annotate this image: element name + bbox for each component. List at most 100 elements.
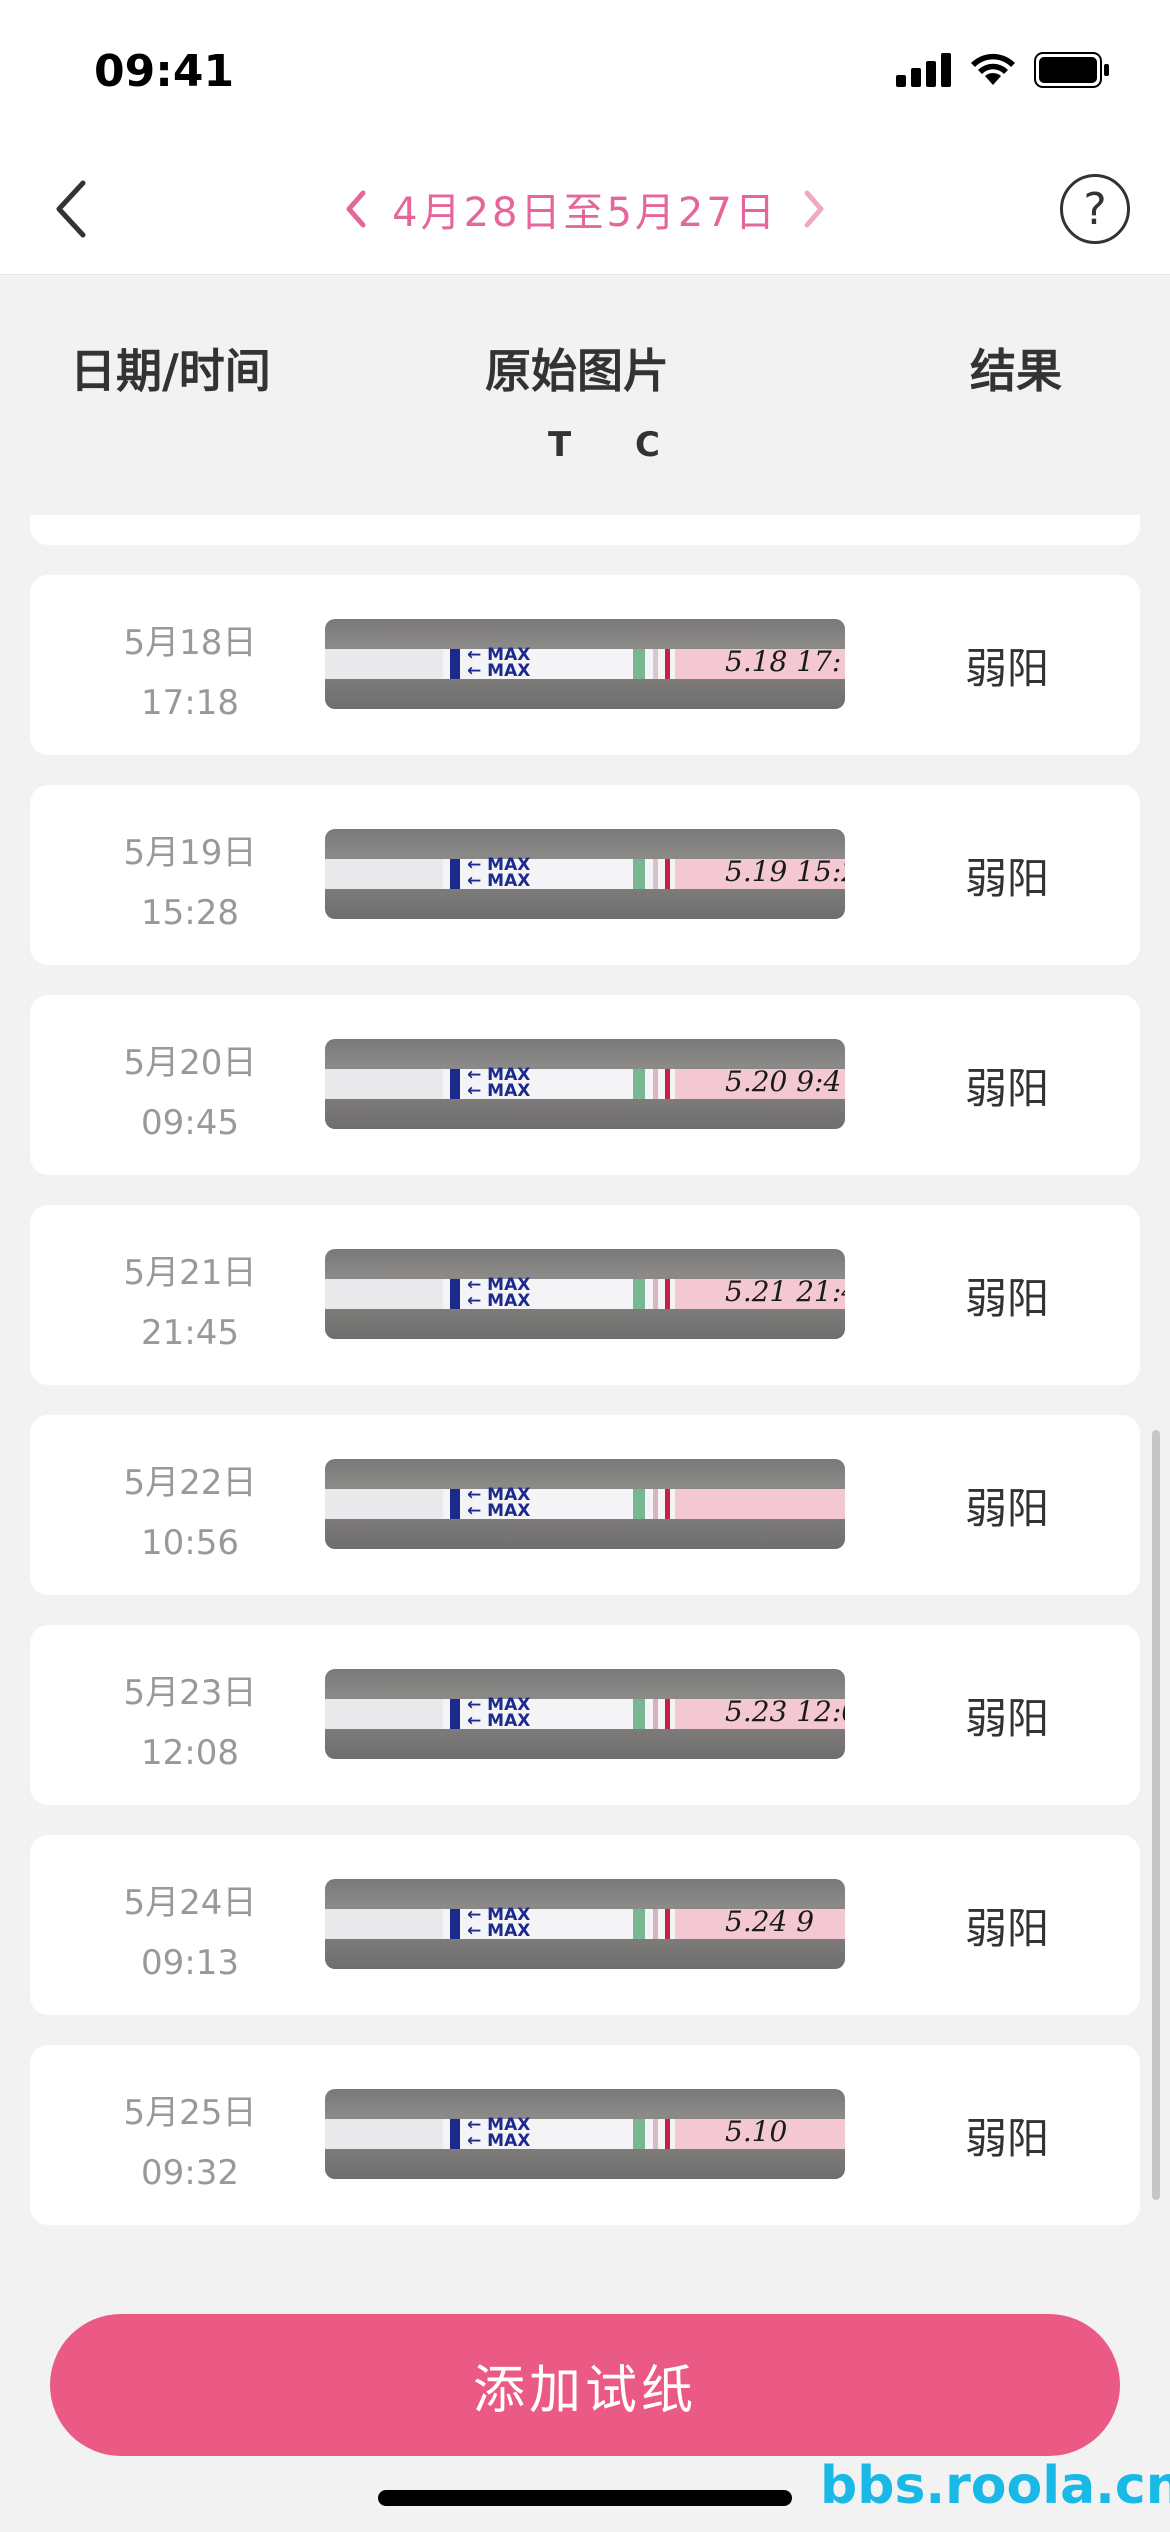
strip-logo (633, 859, 645, 889)
strip-handle (325, 1699, 443, 1729)
handwritten-note: 5.20 9:4 (725, 1065, 842, 1098)
record-result: 弱阳 (965, 1903, 1050, 1953)
record-result: 弱阳 (965, 1273, 1050, 1323)
handwritten-note: 5.24 9 (725, 1905, 815, 1938)
c-line (665, 1069, 670, 1099)
handwritten-note: 5.21 21:45 (725, 1275, 845, 1308)
c-line (665, 859, 670, 889)
record-datetime: 5月21日 21:45 (90, 1243, 290, 1363)
prev-range-button[interactable] (336, 184, 376, 234)
record-time: 09:32 (141, 2153, 239, 2193)
record-card[interactable]: 5月20日 09:45 ← MAX ← MAX 5.20 9:4 弱阳 (30, 995, 1140, 1175)
c-line (665, 1699, 670, 1729)
record-card[interactable]: 5月16日21:40← MAX← MAX5.16 21:弱阳 (30, 515, 1140, 545)
home-indicator (378, 2490, 792, 2506)
record-list[interactable]: 5月16日21:40← MAX← MAX5.16 21:弱阳 5月18日 17:18… (0, 515, 1170, 2315)
column-photo: 原始图片 (485, 344, 669, 398)
add-test-strip-button[interactable]: 添加试纸 (50, 2314, 1120, 2456)
scrollbar[interactable] (1152, 1430, 1160, 2200)
strip-handle (325, 1069, 443, 1099)
c-line (665, 2119, 670, 2149)
next-range-button[interactable] (794, 184, 834, 234)
help-icon: ? (1083, 183, 1107, 235)
record-date: 5月24日 (123, 1883, 257, 1923)
t-line (653, 2119, 658, 2149)
record-date: 5月25日 (123, 2093, 257, 2133)
record-datetime: 5月23日 12:08 (90, 1663, 290, 1783)
help-button[interactable]: ? (1060, 174, 1130, 244)
t-line (653, 1909, 658, 1939)
record-time: 09:13 (141, 1943, 239, 1983)
record-datetime: 5月20日 09:45 (90, 1033, 290, 1153)
record-time: 15:28 (141, 893, 239, 933)
record-result: 弱阳 (965, 1483, 1050, 1533)
t-line (653, 859, 658, 889)
strip-handle (325, 1909, 443, 1939)
record-card[interactable]: 5月18日 17:18 ← MAX ← MAX 5.18 17: 弱阳 (30, 575, 1140, 755)
strip-max-label: ← MAX ← MAX (467, 1905, 531, 1941)
record-time: 21:45 (141, 1313, 239, 1353)
status-bar: 09:41 (0, 0, 1170, 150)
strip-handle (325, 1279, 443, 1309)
strip-max-label: ← MAX ← MAX (467, 1065, 531, 1101)
test-strip-photo[interactable]: ← MAX← MAX 5.23 12:08 (325, 1669, 845, 1759)
record-date: 5月20日 (123, 1043, 257, 1083)
test-strip-photo[interactable]: ← MAX ← MAX 5.20 9:4 (325, 1039, 845, 1129)
strip-handle (325, 2119, 443, 2149)
test-strip-photo[interactable]: ← MAX ← MAX 5.18 17: (325, 619, 845, 709)
handwritten-note: 5.10 (725, 2115, 788, 2148)
record-card[interactable]: 5月19日 15:28 ← MAX← MAX 5.19 15:28 弱阳 (30, 785, 1140, 965)
record-time: 09:45 (141, 1103, 239, 1143)
record-card[interactable]: 5月21日 21:45 ← MAX← MAX 5.21 21:45 弱阳 (30, 1205, 1140, 1385)
strip-absorbent-pad (675, 1489, 845, 1519)
record-datetime: 5月22日 10:56 (90, 1453, 290, 1573)
strip-handle (325, 859, 443, 889)
test-strip-photo[interactable]: ← MAX ← MAX 5.10 (325, 2089, 845, 2179)
chevron-left-icon (346, 190, 366, 228)
record-card[interactable]: 5月23日 12:08 ← MAX← MAX 5.23 12:08 弱阳 (30, 1625, 1140, 1805)
record-result: 弱阳 (965, 515, 1049, 545)
strip-max-marker (450, 2119, 460, 2149)
battery-icon (1034, 52, 1109, 88)
strip-max-marker (450, 859, 460, 889)
c-line (665, 1489, 670, 1519)
nav-bar: 4月28日至5月27日 ? (0, 150, 1170, 275)
t-line (653, 1699, 658, 1729)
test-strip-photo[interactable]: ← MAX ← MAX (325, 1459, 845, 1549)
strip-max-marker (450, 1069, 460, 1099)
test-strip-photo[interactable]: ← MAX← MAX 5.21 21:45 (325, 1249, 845, 1339)
column-date-time: 日期/时间 (70, 344, 271, 398)
date-range-label: 4月28日至5月27日 (392, 190, 778, 236)
test-strip-photo[interactable]: ← MAX← MAX 5.19 15:28 (325, 829, 845, 919)
record-date: 5月21日 (123, 1253, 257, 1293)
wifi-icon (971, 53, 1015, 85)
status-icons (896, 52, 1110, 88)
c-line (665, 649, 670, 679)
status-time: 09:41 (94, 46, 235, 97)
record-date: 5月22日 (123, 1463, 257, 1503)
strip-logo (633, 1069, 645, 1099)
strip-max-label: ← MAX ← MAX (467, 1275, 531, 1311)
c-line (665, 1279, 670, 1309)
signal-icon (896, 53, 951, 87)
t-line (653, 1069, 658, 1099)
column-header: 日期/时间 原始图片 结果 T C (0, 275, 1170, 515)
test-strip-photo[interactable]: ← MAX ← MAX 5.24 9 (325, 1879, 845, 1969)
record-date: 5月19日 (123, 833, 257, 873)
watermark: bbs.roola.cn (820, 2456, 1170, 2516)
record-datetime: 5月19日 15:28 (90, 823, 290, 943)
t-line (653, 1279, 658, 1309)
record-time: 12:08 (141, 1733, 239, 1773)
strip-max-marker (450, 649, 460, 679)
record-card[interactable]: 5月24日 09:13 ← MAX ← MAX 5.24 9 弱阳 (30, 1835, 1140, 2015)
record-card[interactable]: 5月22日 10:56 ← MAX ← MAX 弱阳 (30, 1415, 1140, 1595)
column-result: 结果 (970, 344, 1062, 398)
handwritten-note: 5.19 15:28 (725, 855, 845, 888)
chevron-right-icon (804, 190, 824, 228)
record-result: 弱阳 (965, 1063, 1050, 1113)
strip-max-label: ← MAX ← MAX (467, 1695, 531, 1731)
strip-logo (633, 1909, 645, 1939)
strip-max-marker (450, 1909, 460, 1939)
record-card[interactable]: 5月25日 09:32 ← MAX ← MAX 5.10 弱阳 (30, 2045, 1140, 2225)
strip-max-label: ← MAX ← MAX (467, 1485, 531, 1521)
